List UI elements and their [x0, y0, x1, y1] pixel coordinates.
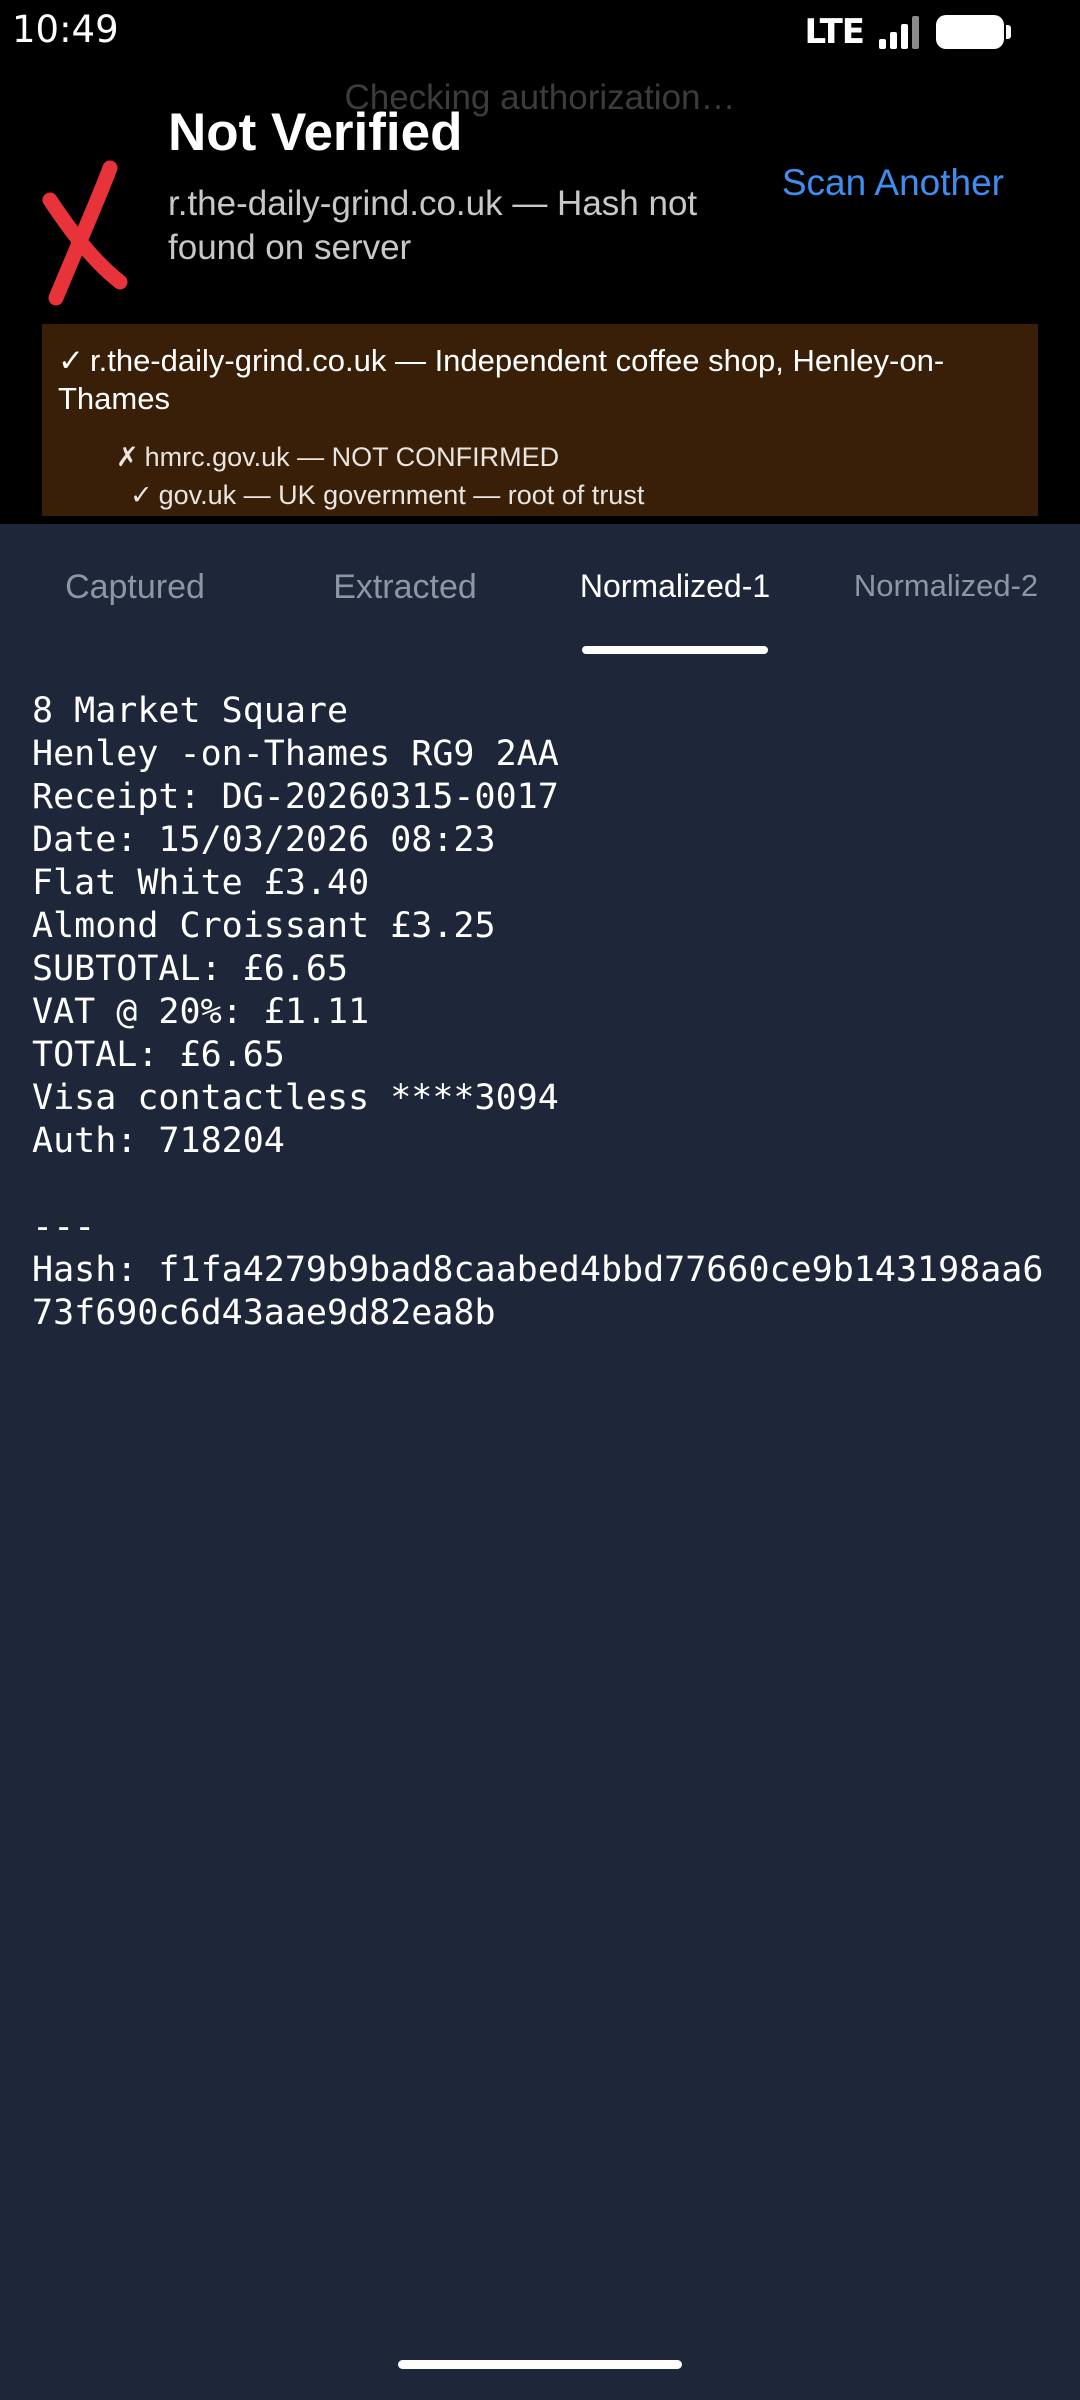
trust-chain-panel: ✓ r.the-daily-grind.co.uk — Independent c… [42, 324, 1038, 516]
verification-header: Checking authorization… Not Verified r.t… [0, 62, 1080, 524]
receipt-line: Date: 15/03/2026 08:23 [32, 820, 496, 860]
trust-chain-domain: ✓ r.the-daily-grind.co.uk — Independent c… [58, 342, 978, 418]
tab-extracted[interactable]: Extracted [310, 568, 500, 607]
battery-icon [936, 15, 1011, 49]
receipt-line: Visa contactless ****3094 [32, 1078, 559, 1118]
tab-bar: Captured Extracted Normalized-1 Normaliz… [0, 524, 1080, 654]
scan-another-button[interactable]: Scan Another [782, 162, 1004, 204]
active-tab-indicator [582, 646, 768, 654]
status-icons: LTE [804, 12, 1011, 52]
trust-chain-item: ✓ gov.uk — UK government — root of trust [130, 478, 644, 512]
receipt-line: --- [32, 1207, 96, 1247]
checking-authorization-text: Checking authorization… [344, 78, 736, 117]
receipt-line: VAT @ 20%: £1.11 [32, 992, 370, 1032]
verification-status-detail: r.the-daily-grind.co.uk — Hash not found… [168, 184, 698, 267]
receipt-line: TOTAL: £6.65 [32, 1035, 285, 1075]
signal-icon [879, 16, 919, 49]
receipt-line: Almond Croissant £3.25 [32, 906, 496, 946]
home-indicator[interactable] [398, 2360, 682, 2369]
tab-captured[interactable]: Captured [40, 568, 230, 607]
receipt-text: 8 Market Square Henley -on-Thames RG9 2AA… [32, 690, 1062, 1335]
cross-mark-icon: ✗ [116, 442, 139, 472]
content-panel: Captured Extracted Normalized-1 Normaliz… [0, 524, 1080, 2400]
check-icon: ✓ [130, 480, 153, 510]
receipt-line [32, 1163, 1062, 1206]
receipt-line: Receipt: DG-20260315-0017 [32, 777, 559, 817]
trust-chain-item-text: hmrc.gov.uk — NOT CONFIRMED [144, 442, 560, 472]
screen: 10:49 LTE Checking authorization… Not Ve… [0, 0, 1080, 2400]
cross-icon [42, 160, 128, 306]
receipt-hash-line: Hash: f1fa4279b9bad8caabed4bbd77660ce9b1… [32, 1250, 1044, 1333]
verification-status-title: Not Verified [168, 103, 463, 162]
receipt-line: 8 Market Square [32, 691, 349, 731]
receipt-line: SUBTOTAL: £6.65 [32, 949, 349, 989]
receipt-line: Flat White £3.40 [32, 863, 370, 903]
receipt-line: Henley -on-Thames RG9 2AA [32, 734, 559, 774]
trust-chain-item: ✗ hmrc.gov.uk — NOT CONFIRMED [116, 440, 559, 474]
tab-normalized-2[interactable]: Normalized-2 [836, 568, 1056, 604]
trust-chain-item-text: gov.uk — UK government — root of trust [158, 480, 645, 510]
network-type: LTE [804, 12, 865, 52]
tab-normalized-1[interactable]: Normalized-1 [566, 568, 784, 605]
status-time: 10:49 [12, 8, 119, 51]
status-bar: 10:49 LTE [0, 0, 1080, 62]
trust-chain-domain-text: r.the-daily-grind.co.uk — Independent co… [58, 343, 945, 416]
check-icon: ✓ [58, 343, 84, 378]
receipt-line: Auth: 718204 [32, 1121, 285, 1161]
